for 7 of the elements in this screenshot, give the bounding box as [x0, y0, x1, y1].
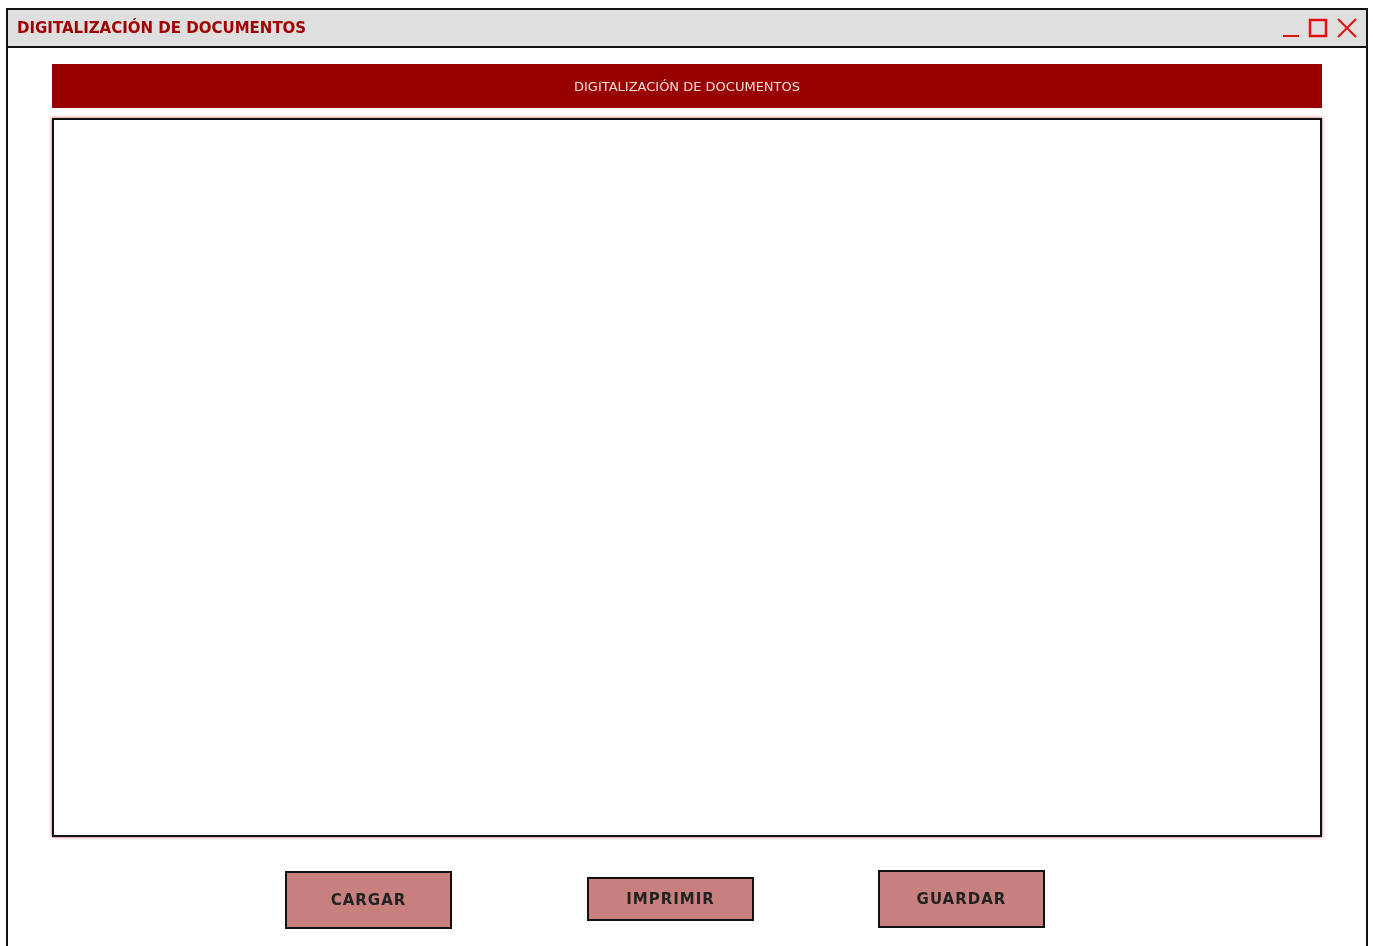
action-button[interactable]: GUARDAR [878, 870, 1045, 928]
maximize-icon[interactable] [1308, 18, 1328, 38]
action-button[interactable]: IMPRIMIR [587, 877, 754, 921]
header-bar: DIGITALIZACIÓN DE DOCUMENTOS [52, 64, 1322, 108]
close-icon[interactable] [1336, 17, 1358, 39]
action-button[interactable]: CARGAR [285, 871, 452, 929]
window-title: DIGITALIZACIÓN DE DOCUMENTOS [17, 19, 308, 37]
